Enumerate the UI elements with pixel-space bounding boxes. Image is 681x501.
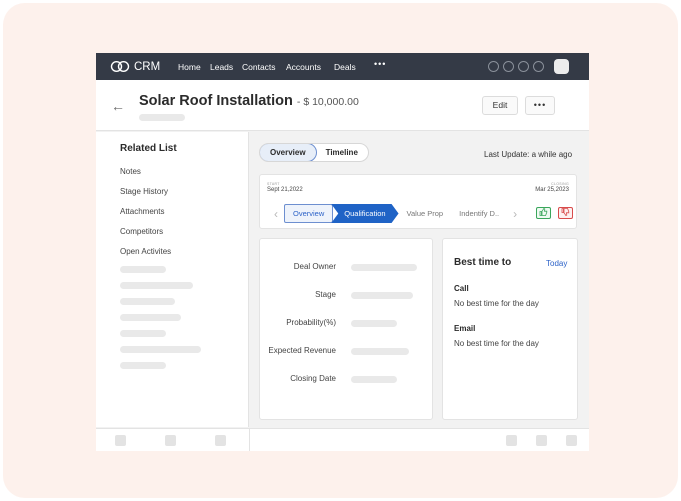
skeleton-line <box>120 330 166 337</box>
related-list-panel: Related List Notes Stage History Attachm… <box>96 132 249 427</box>
stage-identify-decision[interactable]: Indentify D.. <box>451 204 507 223</box>
related-item-stage-history[interactable]: Stage History <box>120 187 168 196</box>
bottom-placeholder-icon[interactable] <box>115 435 126 446</box>
page-title: Solar Roof Installation - $ 10,000.00 <box>139 93 359 109</box>
stage-card: START Sept 21,2022 CLOSING Mar 25,2023 ‹… <box>259 174 577 229</box>
field-value-placeholder <box>351 292 413 299</box>
best-time-call-label: Call <box>454 284 469 293</box>
start-date: Sept 21,2022 <box>267 187 303 193</box>
nav-circle-icon[interactable] <box>503 61 514 72</box>
related-item-competitors[interactable]: Competitors <box>120 227 163 236</box>
subtitle-placeholder <box>139 114 185 121</box>
skeleton-line <box>120 314 181 321</box>
related-item-attachments[interactable]: Attachments <box>120 207 164 216</box>
deal-details-card: Deal Owner Stage Probability(%) Expected… <box>259 238 433 420</box>
best-time-title: Best time to <box>454 257 512 268</box>
nav-leads[interactable]: Leads <box>210 62 233 72</box>
bottom-placeholder-icon[interactable] <box>566 435 577 446</box>
field-label-expected-revenue: Expected Revenue <box>268 346 336 355</box>
field-label-deal-owner: Deal Owner <box>293 262 336 271</box>
field-value-placeholder <box>351 264 417 271</box>
thumbs-down-glyph <box>561 208 570 217</box>
skeleton-line <box>120 362 166 369</box>
logo-text: CRM <box>134 60 161 73</box>
field-label-stage: Stage <box>315 290 336 299</box>
skeleton-line <box>120 346 201 353</box>
related-list-title: Related List <box>120 143 177 154</box>
stage-value-prop[interactable]: Value Prop <box>399 204 452 223</box>
stage-pipeline: ‹ Overview Qualification Value Prop Inde… <box>268 204 523 223</box>
crm-window: CRM Home Leads Contacts Accounts Deals •… <box>96 53 589 451</box>
field-value-placeholder <box>351 320 397 327</box>
thumbs-up-glyph <box>539 207 548 216</box>
crm-logo[interactable]: CRM <box>110 59 160 74</box>
nav-contacts[interactable]: Contacts <box>242 62 276 72</box>
nav-more-icon[interactable]: ••• <box>374 59 386 69</box>
edit-button[interactable]: Edit <box>482 96 518 115</box>
record-header: ← Solar Roof Installation - $ 10,000.00 … <box>96 80 589 131</box>
pipeline-prev-icon[interactable]: ‹ <box>268 204 284 223</box>
pipeline-next-icon[interactable]: › <box>507 204 523 223</box>
bottom-divider <box>249 429 250 451</box>
back-arrow-icon[interactable]: ← <box>111 98 125 114</box>
last-update-text: Last Update: a while ago <box>484 150 573 159</box>
more-actions-button[interactable]: ••• <box>525 96 555 115</box>
best-time-email-value: No best time for the day <box>454 339 539 348</box>
nav-home[interactable]: Home <box>178 62 201 72</box>
skeleton-line <box>120 282 193 289</box>
skeleton-line <box>120 266 166 273</box>
view-tabs: Overview Timeline <box>259 143 369 162</box>
nav-circle-icon[interactable] <box>488 61 499 72</box>
bottom-placeholder-icon[interactable] <box>215 435 226 446</box>
closing-date: Mar 25,2023 <box>535 187 569 193</box>
bottom-placeholder-icon[interactable] <box>165 435 176 446</box>
tab-overview[interactable]: Overview <box>259 144 317 161</box>
best-time-card: Best time to Today Call No best time for… <box>442 238 578 420</box>
field-label-probability: Probability(%) <box>286 318 336 327</box>
field-label-closing-date: Closing Date <box>290 374 336 383</box>
closing-caption: CLOSING <box>551 182 569 186</box>
start-caption: START <box>267 182 280 186</box>
bottom-placeholder-icon[interactable] <box>506 435 517 446</box>
stage-qualification[interactable]: Qualification <box>331 204 398 223</box>
stage-overview[interactable]: Overview <box>284 204 334 223</box>
nav-deals[interactable]: Deals <box>334 62 356 72</box>
best-time-call-value: No best time for the day <box>454 299 539 308</box>
related-item-open-activities[interactable]: Open Activites <box>120 247 171 256</box>
bottom-placeholder-icon[interactable] <box>536 435 547 446</box>
nav-circle-icon[interactable] <box>518 61 529 72</box>
thumbs-up-icon[interactable] <box>536 207 551 219</box>
best-time-email-label: Email <box>454 324 476 333</box>
deal-amount: - $ 10,000.00 <box>296 96 359 108</box>
bottom-bar <box>96 428 589 451</box>
field-value-placeholder <box>351 348 409 355</box>
nav-circle-icon[interactable] <box>533 61 544 72</box>
top-nav: CRM Home Leads Contacts Accounts Deals •… <box>96 53 589 80</box>
deal-name: Solar Roof Installation <box>139 93 293 109</box>
chain-link-icon <box>110 60 130 73</box>
avatar[interactable] <box>554 59 569 74</box>
field-value-placeholder <box>351 376 397 383</box>
thumbs-down-icon[interactable] <box>558 207 573 219</box>
nav-accounts[interactable]: Accounts <box>286 62 321 72</box>
skeleton-line <box>120 298 175 305</box>
best-time-today-link[interactable]: Today <box>546 259 567 268</box>
tab-timeline[interactable]: Timeline <box>316 144 368 161</box>
related-item-notes[interactable]: Notes <box>120 167 141 176</box>
